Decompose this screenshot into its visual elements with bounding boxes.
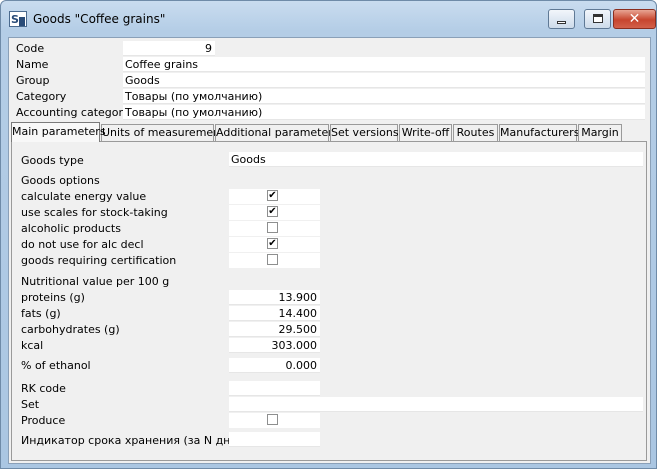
tab-units-of-measurement[interactable]: Units of measurement [101,124,224,141]
nutrition-label: fats (g) [21,307,61,320]
goods-type-field[interactable]: Goods [229,152,643,167]
minimize-icon [557,21,566,24]
code-field[interactable]: 9 [123,41,215,56]
minimize-button[interactable] [548,9,575,29]
kcal-field[interactable]: 303.000 [229,338,320,353]
close-icon: ✕ [628,11,641,27]
goods-type-label: Goods type [21,154,84,167]
option-label: goods requiring certification [21,254,177,267]
use-scales-checkbox[interactable]: ✔ [267,206,278,217]
window-content: Code 9 Name Coffee grains Group Goods Ca… [8,37,651,464]
produce-checkbox-cell [229,413,320,428]
produce-label: Produce [21,414,66,427]
alcoholic-products-checkbox[interactable] [267,222,278,233]
maximize-icon [593,14,603,23]
carbohydrates-field[interactable]: 29.500 [229,322,320,337]
produce-checkbox[interactable] [267,414,278,425]
window-title: Goods "Coffee grains" [33,12,166,26]
option-checkbox-cell [229,253,320,268]
maximize-button[interactable] [584,9,611,29]
nutrition-label: proteins (g) [21,291,85,304]
option-checkbox-cell [229,221,320,236]
name-field[interactable]: Coffee grains [123,57,645,72]
proteins-field[interactable]: 13.900 [229,290,320,305]
shelf-life-label: Индикатор срока хранения (за N дней) [21,434,249,447]
app-logo-icon: S [9,11,27,27]
fats-field[interactable]: 14.400 [229,306,320,321]
tab-manufacturers[interactable]: Manufacturers [499,124,579,141]
shelf-life-field[interactable] [229,432,320,447]
tab-main-parameters[interactable]: Main parameters [11,122,106,142]
goods-window: S Goods "Coffee grains" ✕ Code 9 Name Co… [0,0,657,469]
ethanol-field[interactable]: 0.000 [229,358,320,373]
option-checkbox-cell: ✔ [229,237,320,252]
category-label: Category [16,90,67,103]
calculate-energy-checkbox[interactable]: ✔ [267,190,278,201]
option-label: do not use for alc decl [21,238,144,251]
ethanol-label: % of ethanol [21,359,91,372]
accounting-category-field[interactable]: Товары (по умолчанию) [123,105,645,120]
tab-set-versions[interactable]: Set versions [330,124,399,141]
tab-additional-parameters[interactable]: Additional parameters [215,124,339,141]
rk-code-label: RK code [21,382,66,395]
nutrition-label: kcal [21,339,44,352]
option-checkbox-cell: ✔ [229,205,320,220]
title-bar[interactable]: S Goods "Coffee grains" ✕ [1,1,656,37]
tab-write-off[interactable]: Write-off [399,124,452,141]
option-label: alcoholic products [21,222,121,235]
set-field[interactable] [229,397,643,412]
nutrition-heading: Nutritional value per 100 g [21,275,170,288]
category-field[interactable]: Товары (по умолчанию) [123,89,645,104]
nutrition-label: carbohydrates (g) [21,323,120,336]
close-button[interactable]: ✕ [613,9,656,29]
rk-code-field[interactable] [229,381,320,396]
option-label: calculate energy value [21,190,147,203]
group-field[interactable]: Goods [123,73,645,88]
code-label: Code [16,42,45,55]
name-label: Name [16,58,49,71]
set-label: Set [21,398,40,411]
tab-margin[interactable]: Margin [578,124,622,141]
group-label: Group [16,74,50,87]
tab-routes[interactable]: Routes [453,124,498,141]
goods-options-heading: Goods options [21,174,100,187]
certification-checkbox[interactable] [267,254,278,265]
no-alc-decl-checkbox[interactable]: ✔ [267,238,278,249]
accounting-category-label: Accounting category [16,106,130,119]
option-label: use scales for stock-taking [21,206,168,219]
main-parameters-panel: Goods type Goods Goods options calculate… [11,141,647,461]
option-checkbox-cell: ✔ [229,189,320,204]
